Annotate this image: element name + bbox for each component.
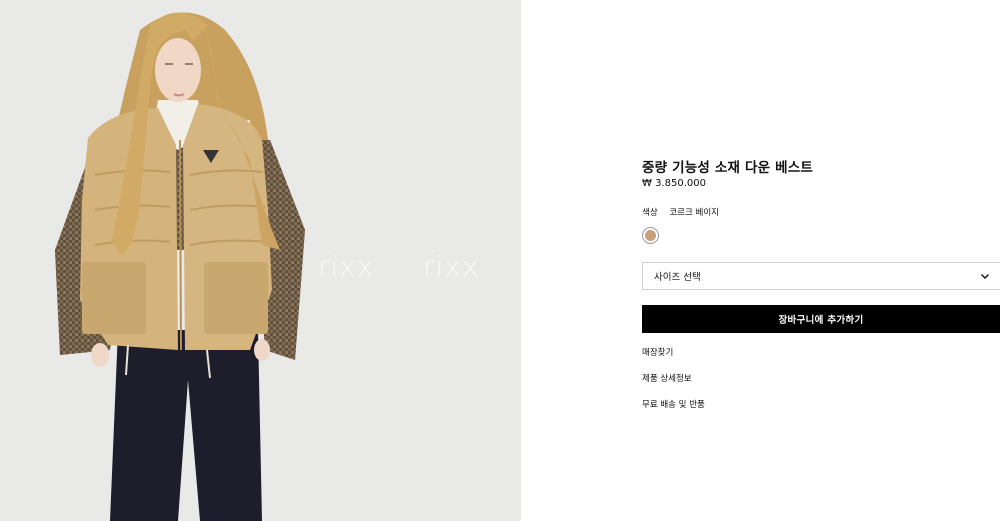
chevron-down-icon bbox=[980, 271, 990, 281]
color-swatch-button[interactable] bbox=[642, 227, 659, 244]
product-details-link[interactable]: 제품 상세정보 bbox=[642, 372, 692, 384]
add-to-cart-button[interactable]: 장바구니에 추가하기 bbox=[642, 305, 1000, 333]
product-title: 중량 기능성 소재 다운 베스트 bbox=[642, 160, 814, 176]
color-info: 색상 코르크 베이지 bbox=[642, 206, 719, 218]
product-price: ₩ 3.850.000 bbox=[642, 178, 706, 189]
store-locator-link[interactable]: 매장찾기 bbox=[642, 346, 673, 358]
size-select-label: 사이즈 선택 bbox=[654, 272, 701, 283]
watermark-text: rixx bbox=[423, 250, 480, 283]
size-select-dropdown[interactable]: 사이즈 선택 bbox=[642, 262, 1000, 290]
watermark-text: rixx bbox=[318, 250, 375, 283]
color-value: 코르크 베이지 bbox=[669, 208, 719, 218]
product-image[interactable]: rixx rixx bbox=[0, 0, 521, 521]
shipping-returns-link[interactable]: 무료 배송 및 반품 bbox=[642, 398, 705, 410]
color-swatch bbox=[645, 230, 656, 241]
product-info-panel: 중량 기능성 소재 다운 베스트 ₩ 3.850.000 색상 코르크 베이지 … bbox=[521, 0, 1000, 521]
color-label: 색상 bbox=[642, 208, 658, 218]
